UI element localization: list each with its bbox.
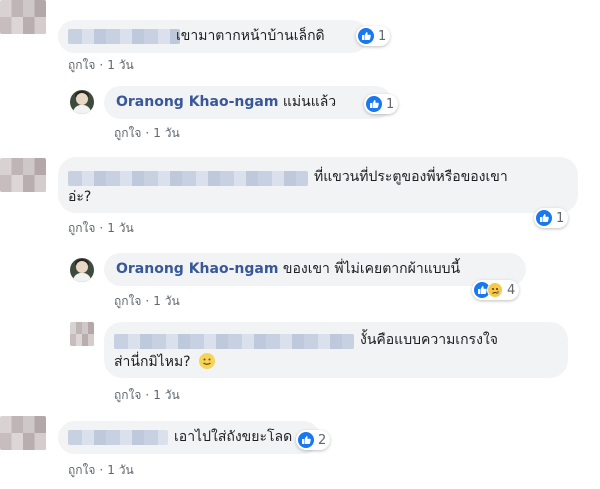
reaction-count: 2 bbox=[318, 432, 327, 448]
sad-reaction-icon bbox=[487, 282, 503, 298]
comment-text-line1: งั้นคือแบบความเกรงใจ bbox=[360, 332, 498, 348]
reaction-summary[interactable]: 1 bbox=[364, 94, 399, 114]
comment-bubble: ที่แขวนที่ประตูของพี่หรือของเขา อ่ะ? bbox=[58, 157, 578, 213]
comment-text-line2: ส่านี่กมิไหม? bbox=[114, 354, 191, 370]
comment-meta: ถูกใจ · 1 วัน bbox=[114, 294, 180, 308]
reaction-count: 1 bbox=[386, 96, 395, 112]
comment-meta: ถูกใจ · 1 วัน bbox=[68, 221, 134, 235]
smile-emoji-icon bbox=[199, 353, 216, 369]
reaction-count: 1 bbox=[556, 210, 565, 226]
like-link[interactable]: ถูกใจ bbox=[68, 58, 95, 72]
timestamp[interactable]: 1 วัน bbox=[153, 126, 179, 140]
like-link[interactable]: ถูกใจ bbox=[68, 221, 95, 235]
like-link[interactable]: ถูกใจ bbox=[114, 294, 141, 308]
redacted-author-name bbox=[68, 29, 180, 44]
comment-bubble: งั้นคือแบบความเกรงใจ ส่านี่กมิไหม? bbox=[104, 322, 568, 378]
comment-meta: ถูกใจ · 1 วัน bbox=[68, 463, 134, 477]
redacted-author-name bbox=[68, 430, 168, 445]
like-link[interactable]: ถูกใจ bbox=[114, 388, 141, 402]
commenter-avatar[interactable] bbox=[70, 322, 94, 346]
comment-bubble: Oranong Khao-ngam แม่นแล้ว bbox=[104, 86, 392, 119]
comment-bubble: Oranong Khao-ngam ของเขา พี่ไม่เคยตากผ้า… bbox=[104, 253, 526, 286]
comment-text: เขามาตากหน้าบ้านเล็กดิ bbox=[176, 28, 325, 44]
reaction-summary[interactable]: 1 bbox=[356, 26, 391, 46]
comment-meta: ถูกใจ · 1 วัน bbox=[68, 58, 134, 72]
redacted-author-name bbox=[114, 334, 354, 349]
timestamp[interactable]: 1 วัน bbox=[107, 221, 133, 235]
comment-text: ของเขา พี่ไม่เคยตากผ้าแบบนี้ bbox=[282, 261, 461, 277]
commenter-avatar[interactable] bbox=[0, 158, 46, 192]
like-link[interactable]: ถูกใจ bbox=[68, 463, 95, 477]
commenter-avatar[interactable] bbox=[70, 90, 94, 114]
like-reaction-icon bbox=[298, 432, 314, 448]
reaction-count: 4 bbox=[507, 282, 516, 298]
comment-meta: ถูกใจ · 1 วัน bbox=[114, 388, 180, 402]
timestamp[interactable]: 1 วัน bbox=[107, 58, 133, 72]
timestamp[interactable]: 1 วัน bbox=[107, 463, 133, 477]
like-reaction-icon bbox=[366, 96, 382, 112]
comment-text: แม่นแล้ว bbox=[282, 94, 337, 110]
like-reaction-icon bbox=[358, 28, 374, 44]
timestamp[interactable]: 1 วัน bbox=[153, 294, 179, 308]
commenter-avatar[interactable] bbox=[70, 258, 94, 282]
commenter-avatar[interactable] bbox=[0, 0, 46, 34]
comment-author[interactable]: Oranong Khao-ngam bbox=[116, 94, 278, 110]
comment-author[interactable]: Oranong Khao-ngam bbox=[116, 261, 278, 277]
reaction-summary[interactable]: 4 bbox=[472, 280, 520, 300]
comment-bubble: เขามาตากหน้าบ้านเล็กดิ bbox=[58, 20, 368, 53]
commenter-avatar[interactable] bbox=[0, 416, 46, 450]
like-link[interactable]: ถูกใจ bbox=[114, 126, 141, 140]
comment-text-line1: ที่แขวนที่ประตูของพี่หรือของเขา bbox=[314, 169, 508, 185]
reaction-summary[interactable]: 1 bbox=[534, 208, 569, 228]
comment-meta: ถูกใจ · 1 วัน bbox=[114, 126, 180, 140]
like-reaction-icon bbox=[536, 210, 552, 226]
comment-bubble: เอาไปใส่ถังขยะโลด bbox=[58, 421, 320, 454]
redacted-author-name bbox=[68, 171, 308, 186]
reaction-summary[interactable]: 2 bbox=[296, 430, 331, 450]
reaction-count: 1 bbox=[378, 28, 387, 44]
comment-text-line2: อ่ะ? bbox=[68, 189, 92, 205]
timestamp[interactable]: 1 วัน bbox=[153, 388, 179, 402]
comment-text: เอาไปใส่ถังขยะโลด bbox=[174, 429, 293, 445]
